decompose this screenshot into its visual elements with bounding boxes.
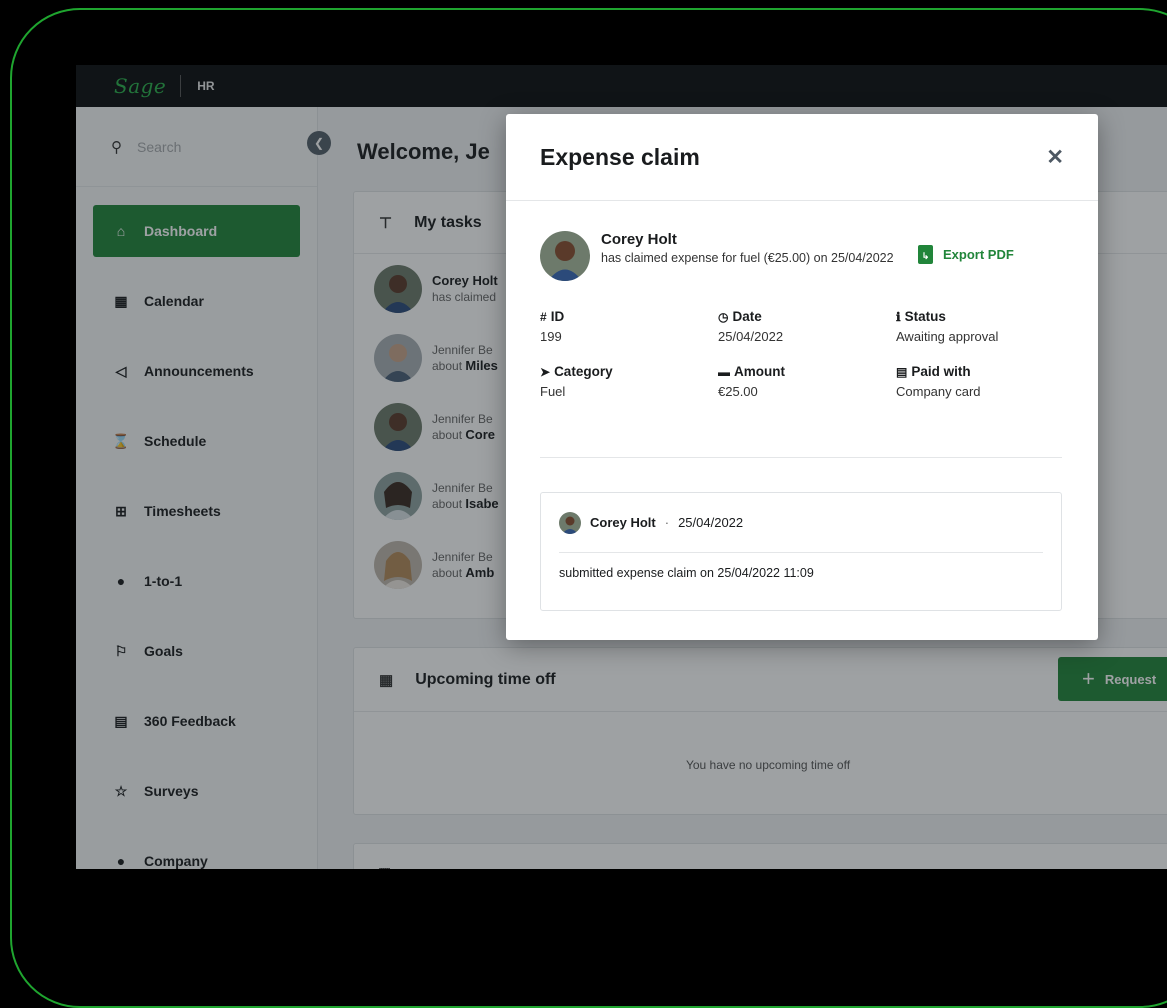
category-field: ➤ Category Fuel — [540, 364, 718, 399]
id-label: ID — [550, 309, 565, 324]
status-label: Status — [904, 309, 946, 324]
export-pdf-button[interactable]: ↳ Export PDF — [918, 245, 1014, 264]
close-icon[interactable]: ✕ — [1046, 145, 1064, 170]
modal-title: Expense claim — [540, 143, 700, 170]
amount-value: €25.00 — [718, 384, 758, 399]
date-label: Date — [732, 309, 762, 324]
id-field: # ID 199 — [540, 309, 718, 344]
id-value: 199 — [540, 329, 562, 344]
info-icon: ℹ — [896, 309, 901, 324]
claim-details: # ID 199 ◷ Date 25/04/2022 ℹ Status Awaitin… — [540, 309, 1070, 399]
modal-header: Expense claim ✕ — [506, 114, 1098, 201]
paid-with-label: Paid with — [911, 364, 971, 379]
clock-icon: ◷ — [718, 309, 729, 324]
claimant: Corey Holt has claimed expense for fuel … — [540, 231, 896, 281]
expense-claim-modal: Expense claim ✕ Corey Holt has claimed e… — [506, 114, 1098, 640]
history-header: Corey Holt · 25/04/2022 — [559, 493, 1043, 553]
avatar — [559, 511, 581, 534]
paid-with-value: Company card — [896, 384, 981, 399]
tag-icon: ➤ — [540, 364, 551, 379]
date-value: 25/04/2022 — [718, 329, 784, 344]
avatar — [540, 231, 590, 281]
hash-icon: # — [540, 309, 547, 324]
category-value: Fuel — [540, 384, 566, 399]
status-value: Awaiting approval — [896, 329, 999, 344]
status-field: ℹ Status Awaiting approval — [896, 309, 1066, 344]
date-field: ◷ Date 25/04/2022 — [718, 309, 896, 344]
export-label: Export PDF — [943, 247, 1014, 262]
claimant-name: Corey Holt — [601, 231, 677, 248]
history-author: Corey Holt — [590, 515, 656, 530]
money-icon: ▬ — [718, 364, 730, 379]
history-separator: · — [664, 515, 670, 530]
divider — [540, 457, 1062, 458]
history-note: submitted expense claim on 25/04/2022 11… — [559, 566, 814, 580]
amount-field: ▬ Amount €25.00 — [718, 364, 896, 399]
claim-history: Corey Holt · 25/04/2022 submitted expens… — [540, 492, 1062, 611]
app-screen: Sage HR ⚲ Search ⌂ Dashboard ▦ Calendar … — [76, 65, 1167, 869]
credit-card-icon: ▤ — [896, 364, 908, 379]
paid-with-field: ▤ Paid with Company card — [896, 364, 1066, 399]
pdf-icon: ↳ — [918, 245, 933, 264]
category-label: Category — [554, 364, 613, 379]
amount-label: Amount — [734, 364, 785, 379]
claim-description: has claimed expense for fuel (€25.00) on… — [601, 251, 894, 265]
history-date: 25/04/2022 — [678, 515, 744, 530]
